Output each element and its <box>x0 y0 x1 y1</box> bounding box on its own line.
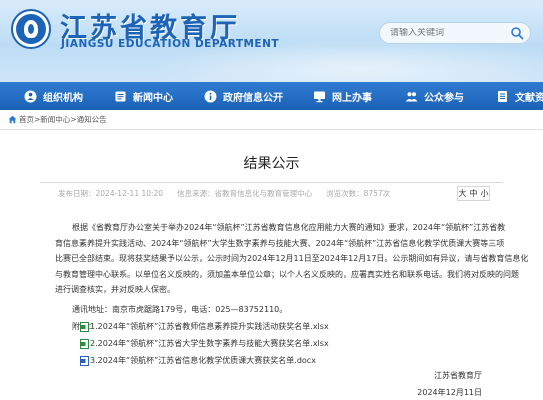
font-small-button[interactable]: 小 <box>481 188 489 199</box>
breadcrumb-notices[interactable]: 通知公告 <box>77 114 107 125</box>
article-title: 结果公示 <box>243 156 300 172</box>
org-icon <box>24 90 37 102</box>
attachment-item: 2.2024年“领航杯”江苏省大学生数字素养与技能大赛获奖名单.xlsx <box>80 338 329 349</box>
news-icon <box>115 91 126 101</box>
nav-item-news[interactable]: 新闻中心 <box>114 82 173 110</box>
excel-file-icon <box>80 338 89 349</box>
nav-item-organization[interactable]: 组织机构 <box>24 82 83 110</box>
breadcrumb-bar: 首页 > 新闻中心 > 通知公告 <box>0 110 543 130</box>
font-large-button[interactable]: 大 <box>459 188 467 199</box>
nav-item-online-services[interactable]: 网上办事 <box>313 82 372 110</box>
breadcrumb: 首页 > 新闻中心 > 通知公告 <box>8 114 107 125</box>
paragraph-line: 与教育管理中心联系。以单位名义反映的，须加盖本单位公章；以个人名义反映的，应署真… <box>55 269 519 279</box>
site-subtitle: JIANGSU EDUCATION DEPARTMENT <box>61 38 280 50</box>
word-file-icon <box>80 355 89 366</box>
paragraph-line: 进行调查核实，并对反映人保密。 <box>55 285 175 294</box>
excel-file-icon <box>80 321 89 332</box>
view-count: 浏览次数：8757次 <box>326 189 391 198</box>
article-meta: 发布日期：2024-12-11 10:20 信息来源：省教育信息化与教育管理中心 浏… <box>58 188 390 199</box>
font-size-switcher: 大 中 小 <box>457 186 490 201</box>
paragraph-line: 比赛已全部结束。现将获奖结果予以公示，公示时间为2024年12月11日至2024… <box>55 254 529 263</box>
site-header: 江苏省教育厅 JIANGSU EDUCATION DEPARTMENT <box>0 0 543 82</box>
paragraph-line: 根据《省教育厅办公室关于举办2024年“领航杯”江苏省教育信息化应用能力大赛的通… <box>72 223 506 232</box>
monitor-icon <box>314 91 325 102</box>
site-logo[interactable] <box>11 9 51 49</box>
nav-label: 组织机构 <box>43 92 83 104</box>
attachment-item: 3.2024年“领航杯”江苏省信息化教学优质课大赛获奖名单.docx <box>80 355 316 366</box>
nav-label: 公众参与 <box>424 92 464 104</box>
attachment-link[interactable]: 3.2024年“领航杯”江苏省信息化教学优质课大赛获奖名单.docx <box>90 355 316 366</box>
breadcrumb-news[interactable]: 新闻中心 <box>40 114 70 125</box>
nav-label: 网上办事 <box>332 92 372 104</box>
paragraph-line: 育信息素养提升实践活动、2024年“领航杯”大学生数字素养与技能大赛、2024年… <box>55 238 505 248</box>
search-icon[interactable] <box>510 26 524 40</box>
article: 结果公示 发布日期：2024-12-11 10:20 信息来源：省教育信息化与教育… <box>0 131 543 400</box>
attachment-link[interactable]: 2.2024年“领航杯”江苏省大学生数字素养与技能大赛获奖名单.xlsx <box>90 338 329 349</box>
home-icon <box>8 115 17 124</box>
breadcrumb-home[interactable]: 首页 <box>19 114 34 125</box>
nav-label: 新闻中心 <box>133 92 173 104</box>
logo-emblem-icon <box>16 14 46 44</box>
title-divider <box>40 182 503 183</box>
info-source: 信息来源：省教育信息化与教育管理中心 <box>177 189 313 198</box>
info-icon <box>204 90 217 102</box>
nav-item-literature[interactable]: 文献资料 <box>496 82 543 110</box>
nav-item-public-participation[interactable]: 公众参与 <box>405 82 464 110</box>
search-box <box>379 22 531 44</box>
search-input[interactable] <box>390 28 508 38</box>
contact-info: 通讯地址：南京市虎踞路179号，电话：025—83752110。 <box>72 305 288 314</box>
publish-date: 发布日期：2024-12-11 10:20 <box>58 189 164 198</box>
attachment-link[interactable]: 1.2024年“领航杯”江苏省教师信息素养提升实践活动获奖名单.xlsx <box>90 321 329 332</box>
font-medium-button[interactable]: 中 <box>470 188 478 199</box>
main-nav: 组织机构 新闻中心 政府信息公开 网上办事 公众参与 文献资 <box>0 82 543 110</box>
article-body: 根据《省教育厅办公室关于举办2024年“领航杯”江苏省教育信息化应用能力大赛的通… <box>55 220 529 298</box>
people-icon <box>405 91 418 101</box>
signature-date: 2024年12月11日 <box>417 388 482 397</box>
nav-label: 政府信息公开 <box>223 92 283 104</box>
document-icon <box>498 90 507 102</box>
signature-organization: 江苏省教育厅 <box>434 371 482 380</box>
attachment-item: 1.2024年“领航杯”江苏省教师信息素养提升实践活动获奖名单.xlsx <box>80 321 329 332</box>
nav-label: 文献资料 <box>515 92 543 104</box>
nav-item-gov-info[interactable]: 政府信息公开 <box>204 82 283 110</box>
